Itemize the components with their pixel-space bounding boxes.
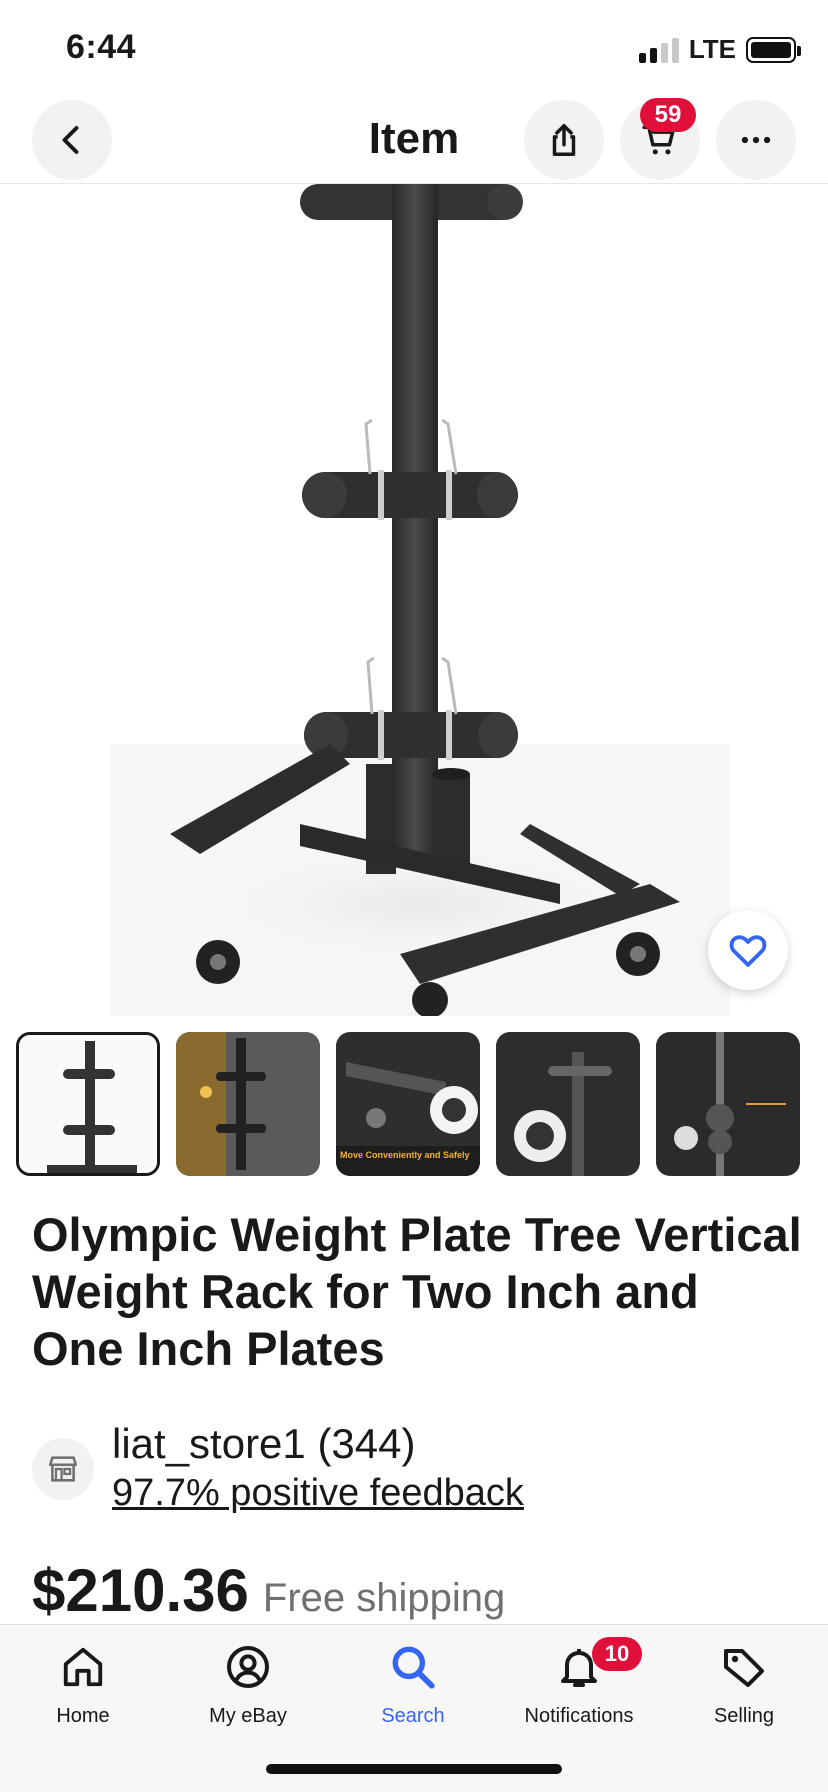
home-icon [55, 1639, 111, 1695]
seller-info[interactable]: liat_store1 (344) 97.7% positive feedbac… [32, 1420, 792, 1530]
shipping-info: Free shipping [262, 1576, 506, 1620]
thumbnail-3[interactable]: Move Conveniently and Safely [336, 1032, 480, 1176]
thumbnail-image [656, 1032, 800, 1176]
back-chevron-icon [62, 126, 79, 154]
status-indicators: LTE [638, 34, 801, 65]
thumbnail-5[interactable] [656, 1032, 800, 1176]
seller-feedback-link[interactable]: 97.7% positive feedback [112, 1472, 524, 1515]
store-icon [32, 1438, 94, 1500]
notifications-badge: 10 [592, 1637, 642, 1671]
seller-name[interactable]: liat_store1 (344) [112, 1420, 416, 1468]
tab-my-ebay[interactable]: My eBay [165, 1639, 331, 1749]
nav-bar: Item 59 [0, 96, 828, 184]
status-bar: 6:44 LTE [0, 0, 828, 96]
thumbnail-2[interactable] [176, 1032, 320, 1176]
watch-button[interactable] [708, 910, 788, 990]
thumbnail-strip: Move Conveniently and Safely [16, 1032, 812, 1176]
tab-label: Selling [713, 1705, 775, 1727]
tab-label: My eBay [209, 1705, 287, 1727]
tab-label: Search [381, 1705, 445, 1727]
page-title: Item [368, 114, 460, 163]
price-row: $210.36 Free shipping [32, 1556, 505, 1626]
item-title: Olympic Weight Plate Tree Vertical Weigh… [32, 1208, 802, 1375]
thumbnail-caption: Move Conveniently and Safely [340, 1150, 470, 1160]
more-icon [741, 136, 771, 144]
thumbnail-1[interactable] [16, 1032, 160, 1176]
tab-notifications[interactable]: Notifications 10 [496, 1637, 662, 1749]
signal-icon [638, 37, 679, 63]
item-price: $210.36 [32, 1557, 249, 1624]
tab-home[interactable]: Home [0, 1639, 166, 1749]
product-image[interactable] [0, 184, 828, 1016]
tag-icon [716, 1639, 772, 1695]
cart-count-badge: 59 [640, 98, 696, 132]
search-icon [385, 1639, 441, 1695]
weight-rack-illustration [90, 184, 750, 1016]
network-label: LTE [688, 34, 736, 64]
tab-label: Home [56, 1705, 110, 1727]
thumbnail-image [19, 1035, 157, 1173]
tab-selling[interactable]: Selling [661, 1639, 827, 1749]
home-indicator[interactable] [266, 1764, 562, 1774]
status-time: 6:44 [66, 28, 137, 66]
tab-search[interactable]: Search [330, 1639, 496, 1749]
battery-icon [746, 36, 801, 63]
profile-icon [220, 1639, 276, 1695]
thumbnail-4[interactable] [496, 1032, 640, 1176]
back-button[interactable] [32, 100, 112, 180]
share-button[interactable] [524, 100, 604, 180]
thumbnail-image [496, 1032, 640, 1176]
more-button[interactable] [716, 100, 796, 180]
thumbnail-image [176, 1032, 320, 1176]
share-icon [552, 124, 576, 156]
heart-icon [729, 935, 767, 967]
tab-label: Notifications [524, 1705, 634, 1727]
